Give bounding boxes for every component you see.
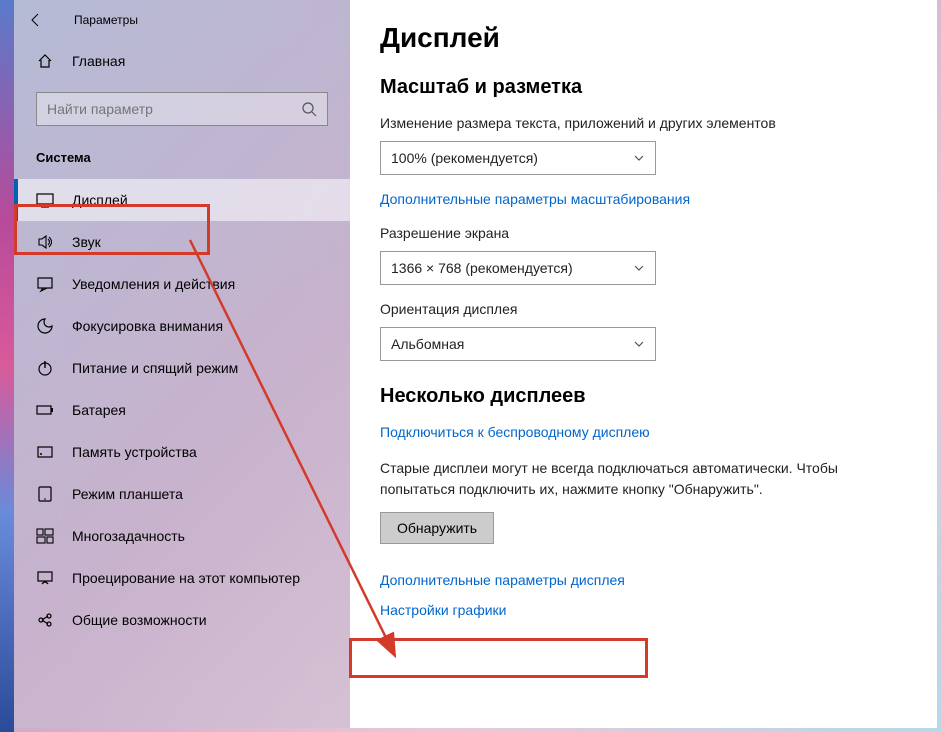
storage-icon bbox=[36, 443, 54, 461]
content-pane: Дисплей Масштаб и разметка Изменение раз… bbox=[350, 0, 937, 728]
orientation-select[interactable]: Альбомная bbox=[380, 327, 656, 361]
sidebar-item-label: Батарея bbox=[72, 402, 126, 418]
resolution-select-value: 1366 × 768 (рекомендуется) bbox=[391, 260, 573, 276]
search-box[interactable] bbox=[36, 92, 328, 126]
home-icon bbox=[36, 52, 54, 70]
chevron-down-icon bbox=[633, 152, 645, 164]
size-label: Изменение размера текста, приложений и д… bbox=[380, 115, 907, 131]
graphics-settings-link[interactable]: Настройки графики bbox=[380, 602, 507, 618]
sidebar-item-power[interactable]: Питание и спящий режим bbox=[14, 347, 350, 389]
window-title: Параметры bbox=[74, 13, 138, 27]
advanced-display-link[interactable]: Дополнительные параметры дисплея bbox=[380, 572, 625, 588]
section-header-system: Система bbox=[14, 144, 350, 179]
multitasking-icon bbox=[36, 527, 54, 545]
sidebar-item-focus[interactable]: Фокусировка внимания bbox=[14, 305, 350, 347]
shared-icon bbox=[36, 611, 54, 629]
resolution-select[interactable]: 1366 × 768 (рекомендуется) bbox=[380, 251, 656, 285]
orientation-label: Ориентация дисплея bbox=[380, 301, 907, 317]
scale-heading: Масштаб и разметка bbox=[380, 76, 907, 99]
chevron-down-icon bbox=[633, 262, 645, 274]
titlebar: Параметры bbox=[14, 0, 350, 40]
power-icon bbox=[36, 359, 54, 377]
detect-button[interactable]: Обнаружить bbox=[380, 512, 494, 544]
chevron-down-icon bbox=[633, 338, 645, 350]
battery-icon bbox=[36, 401, 54, 419]
home-label: Главная bbox=[72, 53, 125, 69]
settings-window: Параметры Главная Система Дисплей bbox=[14, 0, 937, 728]
detect-help-text: Старые дисплеи могут не всегда подключат… bbox=[380, 458, 907, 500]
sidebar-item-label: Фокусировка внимания bbox=[72, 318, 223, 334]
sidebar-item-label: Проецирование на этот компьютер bbox=[72, 570, 300, 586]
sidebar-item-storage[interactable]: Память устройства bbox=[14, 431, 350, 473]
sound-icon bbox=[36, 233, 54, 251]
sidebar-item-label: Многозадачность bbox=[72, 528, 185, 544]
sidebar-item-label: Питание и спящий режим bbox=[72, 360, 238, 376]
sidebar-item-label: Звук bbox=[72, 234, 101, 250]
sidebar-item-label: Дисплей bbox=[72, 192, 128, 208]
sidebar-item-sound[interactable]: Звук bbox=[14, 221, 350, 263]
wireless-display-link[interactable]: Подключиться к беспроводному дисплею bbox=[380, 424, 650, 440]
scale-select[interactable]: 100% (рекомендуется) bbox=[380, 141, 656, 175]
sidebar-item-label: Общие возможности bbox=[72, 612, 207, 628]
display-icon bbox=[36, 191, 54, 209]
scale-select-value: 100% (рекомендуется) bbox=[391, 150, 538, 166]
focus-icon bbox=[36, 317, 54, 335]
sidebar-item-label: Режим планшета bbox=[72, 486, 183, 502]
search-icon bbox=[301, 101, 317, 117]
search-input[interactable] bbox=[47, 101, 277, 117]
sidebar: Параметры Главная Система Дисплей bbox=[14, 0, 350, 728]
sidebar-item-display[interactable]: Дисплей bbox=[14, 179, 350, 221]
page-title: Дисплей bbox=[380, 22, 907, 54]
sidebar-item-multitasking[interactable]: Многозадачность bbox=[14, 515, 350, 557]
advanced-scaling-link[interactable]: Дополнительные параметры масштабирования bbox=[380, 191, 690, 207]
resolution-label: Разрешение экрана bbox=[380, 225, 907, 241]
sidebar-item-battery[interactable]: Батарея bbox=[14, 389, 350, 431]
sidebar-item-tablet[interactable]: Режим планшета bbox=[14, 473, 350, 515]
orientation-select-value: Альбомная bbox=[391, 336, 464, 352]
back-button[interactable] bbox=[24, 8, 48, 32]
sidebar-item-label: Память устройства bbox=[72, 444, 197, 460]
tablet-icon bbox=[36, 485, 54, 503]
sidebar-item-label: Уведомления и действия bbox=[72, 276, 235, 292]
sidebar-item-notifications[interactable]: Уведомления и действия bbox=[14, 263, 350, 305]
sidebar-item-shared[interactable]: Общие возможности bbox=[14, 599, 350, 641]
home-nav[interactable]: Главная bbox=[14, 40, 350, 82]
notifications-icon bbox=[36, 275, 54, 293]
decorative-edge bbox=[0, 0, 14, 732]
sidebar-item-projecting[interactable]: Проецирование на этот компьютер bbox=[14, 557, 350, 599]
multiple-displays-heading: Несколько дисплеев bbox=[380, 385, 907, 408]
projecting-icon bbox=[36, 569, 54, 587]
